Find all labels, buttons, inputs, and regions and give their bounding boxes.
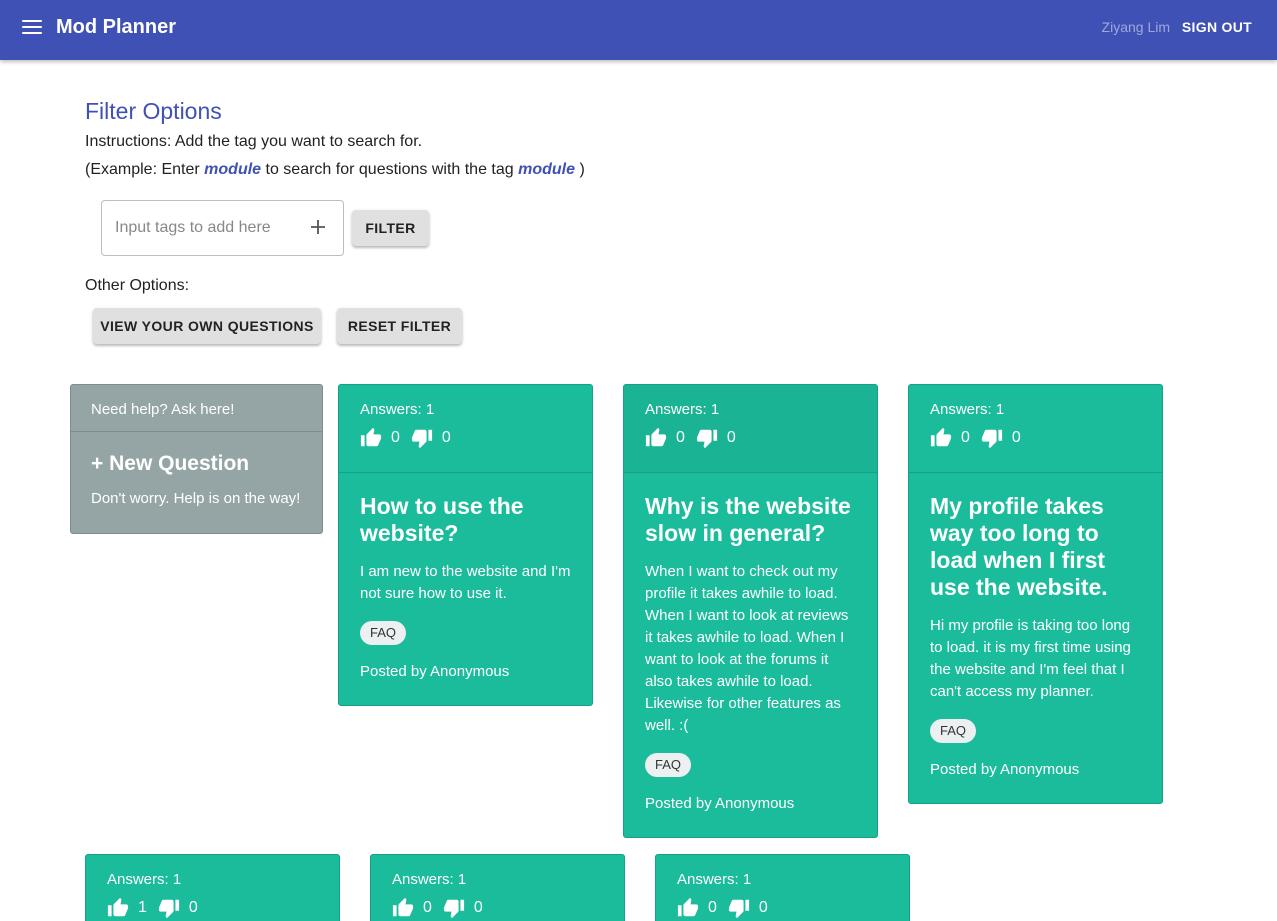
thumbs-down-icon[interactable] bbox=[443, 897, 465, 919]
question-title: How to use the website? bbox=[360, 493, 524, 546]
thumbs-down-icon[interactable] bbox=[981, 427, 1003, 449]
upvote-count: 0 bbox=[961, 429, 970, 446]
filter-instructions: Instructions: Add the tag you want to se… bbox=[85, 133, 423, 150]
answers-count: Answers: 1 bbox=[360, 401, 435, 418]
question-card[interactable]: Answers: 1 0 0 bbox=[370, 854, 625, 921]
answers-count: Answers: 1 bbox=[392, 871, 467, 888]
thumbs-up-icon[interactable] bbox=[645, 427, 667, 449]
question-text: Hi my profile is taking too long to load… bbox=[930, 617, 1131, 700]
filter-options-title: Filter Options bbox=[85, 98, 222, 124]
thumbs-up-icon[interactable] bbox=[930, 427, 952, 449]
question-card[interactable]: Answers: 1 0 0 How to use the website? I… bbox=[338, 384, 593, 706]
question-card[interactable]: Answers: 1 0 0 My profile takes way too … bbox=[908, 384, 1163, 804]
tag-input-container bbox=[101, 200, 344, 256]
new-question-title[interactable]: + New Question bbox=[91, 452, 302, 476]
thumbs-up-icon[interactable] bbox=[360, 427, 382, 449]
posted-by: Posted by Anonymous bbox=[930, 761, 1080, 778]
downvote-count: 0 bbox=[758, 899, 768, 916]
app-title: Mod Planner bbox=[56, 16, 177, 38]
new-question-card[interactable]: Need help? Ask here! + New Question Don'… bbox=[70, 384, 323, 534]
menu-icon[interactable] bbox=[22, 20, 42, 36]
answers-count: Answers: 1 bbox=[107, 871, 182, 888]
thumbs-up-icon[interactable] bbox=[677, 897, 699, 919]
tag-input[interactable] bbox=[115, 217, 305, 239]
downvote-count: 0 bbox=[188, 899, 198, 916]
tag-chip[interactable]: FAQ bbox=[930, 719, 977, 743]
question-title: My profile takes way too long to load wh… bbox=[930, 493, 1108, 600]
thumbs-up-icon[interactable] bbox=[392, 897, 414, 919]
downvote-count: 0 bbox=[726, 429, 736, 446]
answers-count: Answers: 1 bbox=[677, 871, 752, 888]
example-suffix: ) bbox=[579, 161, 585, 178]
plus-icon[interactable] bbox=[309, 218, 327, 236]
username: Ziyang Lim bbox=[1101, 19, 1170, 35]
question-card[interactable]: Answers: 1 0 0 bbox=[655, 854, 910, 921]
upvote-count: 0 bbox=[391, 429, 400, 446]
answers-count: Answers: 1 bbox=[645, 401, 720, 418]
question-text: I am new to the website and I'm not sure… bbox=[360, 563, 571, 602]
example-prefix: (Example: Enter bbox=[85, 161, 200, 178]
view-own-questions-button[interactable]: VIEW YOUR OWN QUESTIONS bbox=[93, 308, 321, 344]
thumbs-down-icon[interactable] bbox=[728, 897, 750, 919]
example-tag-2: module bbox=[518, 161, 575, 178]
question-card[interactable]: Answers: 1 0 0 Why is the website slow i… bbox=[623, 384, 878, 838]
thumbs-down-icon[interactable] bbox=[158, 897, 180, 919]
posted-by: Posted by Anonymous bbox=[360, 663, 510, 680]
other-options-label: Other Options: bbox=[85, 277, 190, 294]
new-question-subtitle: Don't worry. Help is on the way! bbox=[91, 490, 301, 507]
question-text: When I want to check out my profile it t… bbox=[645, 563, 849, 734]
filter-button[interactable]: FILTER bbox=[352, 210, 429, 246]
thumbs-down-icon[interactable] bbox=[696, 427, 718, 449]
question-card[interactable]: Answers: 1 1 0 bbox=[85, 854, 340, 921]
example-middle: to search for questions with the tag bbox=[265, 161, 514, 178]
tag-chip[interactable]: FAQ bbox=[645, 753, 692, 777]
question-title: Why is the website slow in general? bbox=[645, 493, 851, 546]
upvote-count: 0 bbox=[708, 899, 717, 916]
downvote-count: 0 bbox=[473, 899, 483, 916]
ask-card-header: Need help? Ask here! bbox=[71, 385, 322, 432]
reset-filter-button[interactable]: RESET FILTER bbox=[337, 308, 462, 344]
upvote-count: 0 bbox=[676, 429, 685, 446]
app-bar: Mod Planner Ziyang Lim SIGN OUT bbox=[0, 0, 1277, 60]
posted-by: Posted by Anonymous bbox=[645, 795, 795, 812]
upvote-count: 0 bbox=[423, 899, 432, 916]
thumbs-down-icon[interactable] bbox=[411, 427, 433, 449]
sign-out-button[interactable]: SIGN OUT bbox=[1182, 19, 1252, 35]
upvote-count: 1 bbox=[138, 899, 147, 916]
downvote-count: 0 bbox=[441, 429, 451, 446]
thumbs-up-icon[interactable] bbox=[107, 897, 129, 919]
filter-example: (Example: Enter module to search for que… bbox=[85, 161, 585, 179]
answers-count: Answers: 1 bbox=[930, 401, 1005, 418]
downvote-count: 0 bbox=[1011, 429, 1021, 446]
tag-chip[interactable]: FAQ bbox=[360, 621, 407, 645]
example-tag: module bbox=[204, 161, 262, 178]
